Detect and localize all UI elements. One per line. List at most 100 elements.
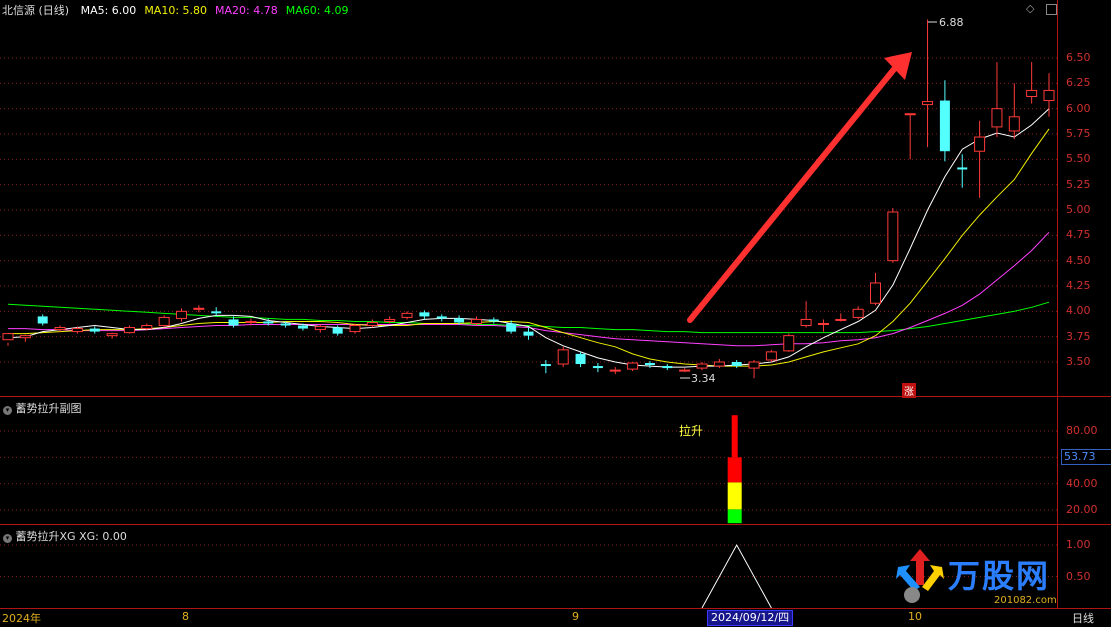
y-tick-label: 5.00 <box>1066 203 1091 216</box>
candle-body <box>957 167 968 170</box>
candle-body <box>211 311 222 314</box>
candle-body <box>228 319 239 326</box>
window-toggle-icon[interactable] <box>1046 4 1057 15</box>
candle-body <box>19 335 31 339</box>
ma-legend-item: MA60: 4.09 <box>285 4 349 17</box>
chart-stage[interactable] <box>0 0 1111 626</box>
sub2-title: 蓄势拉升XG <box>15 530 76 543</box>
y-tick-label: 20.00 <box>1066 503 1098 516</box>
chevron-down-icon[interactable]: ▾ <box>3 534 12 543</box>
candle-body <box>540 364 551 367</box>
candle-body <box>106 333 118 337</box>
signal-bar-segment <box>727 482 742 510</box>
y-tick-label: 4.00 <box>1066 304 1091 318</box>
brand-logo: 万股网 201082.com <box>890 545 1090 609</box>
candle-body <box>37 316 48 324</box>
candle-body <box>297 325 308 329</box>
candle-body <box>349 325 361 333</box>
candle-body <box>523 331 534 336</box>
candle-body <box>731 362 742 367</box>
y-tick-label: 5.25 <box>1066 177 1091 191</box>
signal-bar-segment <box>727 457 742 483</box>
candle-body <box>765 351 777 361</box>
candle-body <box>314 326 326 331</box>
candle-body <box>748 361 760 369</box>
chevron-down-icon[interactable]: ▾ <box>3 406 12 415</box>
candle-body <box>54 327 66 331</box>
candle-body <box>679 369 691 372</box>
logo-arrows-icon <box>896 549 944 603</box>
high-price-label: 6.88 <box>939 16 964 29</box>
sub1-header: ▾ 蓄势拉升副图 <box>3 400 82 416</box>
y-tick-label: 5.50 <box>1066 152 1091 166</box>
candle-body <box>488 319 499 322</box>
candle-body <box>662 366 673 369</box>
cursor-date-box: 2024/09/12/四 <box>707 610 794 626</box>
y-tick-label: 3.75 <box>1066 329 1091 343</box>
logo-text: 万股网 <box>948 557 1051 595</box>
candle-body <box>71 328 83 333</box>
candle-body <box>627 362 639 370</box>
candle-body <box>557 349 569 365</box>
candle-body <box>506 323 517 332</box>
candle-body <box>263 321 274 324</box>
candle-body <box>783 335 795 352</box>
current-value-badge: 53.73 <box>1061 449 1111 465</box>
x-axis-bar <box>0 608 1111 627</box>
candle-body <box>401 312 413 318</box>
period-label[interactable]: 日线 <box>1072 610 1094 626</box>
xg-value: 0.00 <box>102 530 127 543</box>
signal-bar-segment <box>727 509 742 524</box>
y-tick-label: 4.25 <box>1066 279 1091 292</box>
candle-body <box>887 211 899 262</box>
candle-body <box>991 108 1003 128</box>
y-tick-label: 80.00 <box>1066 424 1098 437</box>
low-price-label: 3.34 <box>691 372 716 385</box>
candle-body <box>644 363 655 366</box>
candle-body <box>713 361 725 367</box>
candle-body <box>454 318 465 323</box>
y-tick-label: 6.50 <box>1066 51 1091 64</box>
sub2-header: ▾ 蓄势拉升XG XG: 0.00 <box>3 528 127 544</box>
grid-lines <box>0 57 1057 577</box>
diamond-icon[interactable]: ◇ <box>1026 2 1034 15</box>
candle-body <box>89 328 100 332</box>
sub1-signal-bars <box>727 415 742 524</box>
candle-body <box>696 363 708 369</box>
candle-body <box>922 101 934 106</box>
logo-url: 201082.com <box>994 595 1057 606</box>
ma-legend: MA5: 6.00 MA10: 5.80 MA20: 4.78 MA60: 4.09 <box>73 4 349 17</box>
candle-body <box>419 312 430 317</box>
candle-body <box>817 322 829 325</box>
y-tick-label: 4.75 <box>1066 228 1091 242</box>
signal-bar-segment <box>731 415 738 458</box>
main-chart-header: 北信源 (日线) MA5: 6.00 MA10: 5.80 MA20: 4.78 MA… <box>2 2 348 18</box>
candle-body <box>384 318 396 322</box>
candle-body <box>366 321 378 327</box>
candle-body <box>904 113 916 116</box>
candle-body <box>193 307 205 310</box>
candle-body <box>123 327 135 334</box>
x-label-aug: 8 <box>182 610 189 623</box>
pane-separator <box>0 524 1111 525</box>
xg-label: XG: <box>79 530 99 543</box>
ma-legend-item: MA10: 5.80 <box>144 4 208 17</box>
red-trend-arrow <box>687 52 912 323</box>
candle-body <box>870 282 881 304</box>
y-tick-label: 5.75 <box>1066 127 1091 140</box>
candle-body <box>2 333 14 341</box>
candle-body <box>609 369 621 372</box>
candle-body <box>436 316 447 319</box>
candle-body <box>835 318 847 321</box>
candle-body <box>332 327 343 334</box>
x-label-sep: 9 <box>572 610 579 623</box>
y-tick-label: 6.25 <box>1066 76 1091 90</box>
ma-legend-item: MA20: 4.78 <box>215 4 278 17</box>
stock-title: 北信源 (日线) <box>2 4 70 17</box>
axis-separator <box>1057 0 1058 608</box>
candle-body <box>800 318 812 327</box>
candle-body <box>852 308 864 318</box>
candle-body <box>470 318 482 324</box>
signal-label: 拉升 <box>679 424 704 438</box>
candle-body <box>974 136 986 152</box>
